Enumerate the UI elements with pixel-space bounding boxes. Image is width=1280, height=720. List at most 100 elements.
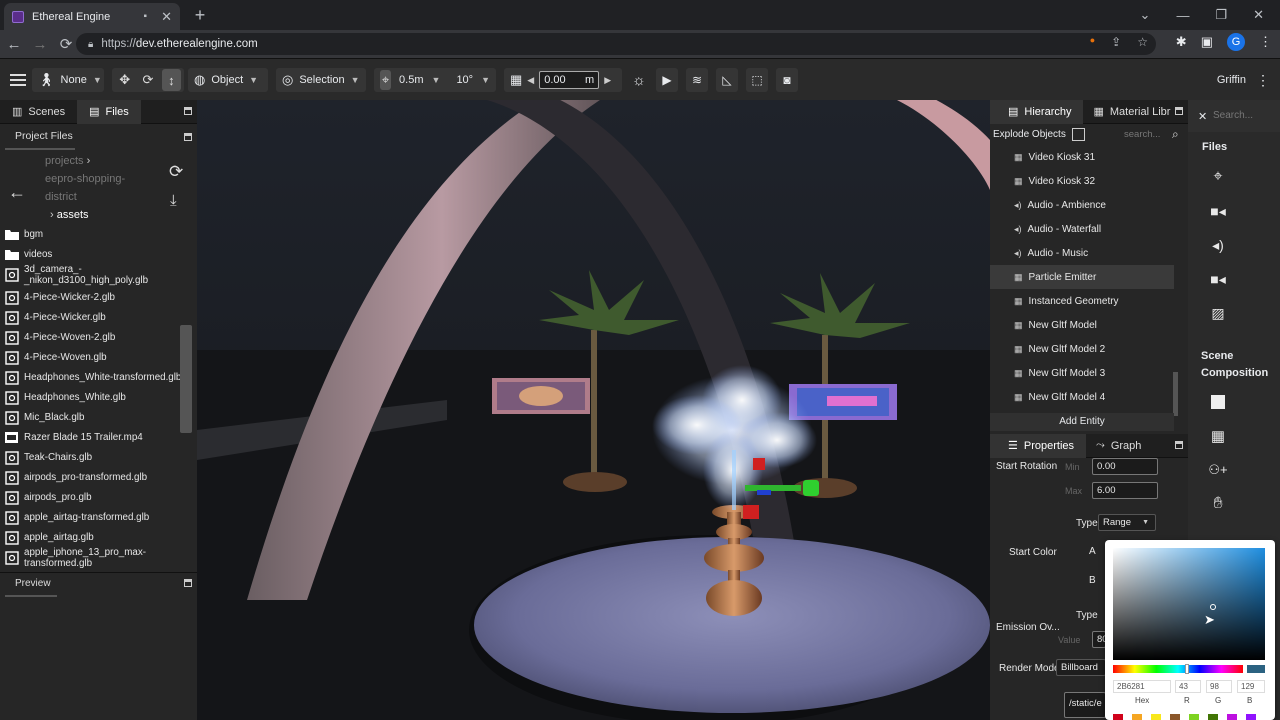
reload-icon[interactable]: ⟳ bbox=[54, 32, 78, 56]
hex-input[interactable]: 2B6281 bbox=[1113, 680, 1171, 693]
tab-properties[interactable]: ☰ Properties bbox=[990, 433, 1087, 458]
locomotion-select[interactable]: 🚶︎ None ▼ bbox=[32, 68, 104, 92]
file-item[interactable]: Teak-Chairs.glb bbox=[4, 450, 182, 465]
preview-tab[interactable]: Preview bbox=[5, 577, 57, 597]
play-icon[interactable]: ▶ bbox=[656, 68, 678, 92]
share-icon[interactable]: ⇪ bbox=[1111, 35, 1121, 49]
file-item[interactable]: airpods_pro-transformed.glb bbox=[4, 470, 182, 485]
file-item[interactable]: videos bbox=[4, 247, 182, 262]
breadcrumb-current[interactable]: › assets bbox=[50, 209, 89, 221]
maximize-hierarchy-icon[interactable] bbox=[1175, 107, 1183, 115]
hierarchy-scrollbar[interactable] bbox=[1173, 372, 1178, 416]
camera-screenshot-icon[interactable]: ◙ bbox=[776, 68, 798, 92]
bookmark-star-icon[interactable]: ☆ bbox=[1137, 35, 1148, 49]
audio-icon[interactable]: ◂) bbox=[1206, 233, 1230, 257]
bounding-box-icon[interactable]: ⬚ bbox=[746, 68, 768, 92]
hue-slider[interactable] bbox=[1113, 664, 1243, 674]
hierarchy-item[interactable]: ◂) Audio - Music bbox=[990, 241, 1174, 265]
tab-search-icon[interactable]: ⌄ bbox=[1140, 7, 1151, 23]
explode-checkbox[interactable] bbox=[1071, 128, 1085, 141]
file-item[interactable]: 4-Piece-Woven-2.glb bbox=[4, 330, 182, 345]
file-item[interactable]: 4-Piece-Woven.glb bbox=[4, 350, 182, 365]
hierarchy-item[interactable]: ▦ Video Kiosk 32 bbox=[990, 169, 1174, 193]
cube-icon[interactable] bbox=[1206, 390, 1230, 414]
file-item[interactable]: Mic_Black.glb bbox=[4, 410, 182, 425]
address-bar[interactable]: 🔒︎ https://dev.etherealengine.com ● ⇪ ☆ bbox=[76, 33, 1156, 55]
hierarchy-item[interactable]: ▦ Particle Emitter bbox=[990, 265, 1174, 289]
side-search-input[interactable]: Search... bbox=[1213, 110, 1253, 121]
file-item[interactable]: 4-Piece-Wicker-2.glb bbox=[4, 290, 182, 305]
saturation-cursor[interactable] bbox=[1210, 604, 1216, 610]
file-list-scrollbar[interactable] bbox=[180, 325, 192, 433]
breadcrumb-projects[interactable]: projects › bbox=[45, 155, 90, 167]
hierarchy-item[interactable]: ▦ Video Kiosk 31 bbox=[990, 145, 1174, 169]
hierarchy-search-input[interactable]: search... bbox=[1124, 129, 1160, 140]
minimize-icon[interactable]: — bbox=[1176, 8, 1189, 23]
preset-swatch[interactable] bbox=[1246, 714, 1256, 720]
stats-icon[interactable]: ≋ bbox=[686, 68, 708, 92]
file-item[interactable]: Headphones_White-transformed.glb bbox=[4, 370, 182, 385]
maximize-subpanel-icon[interactable] bbox=[184, 133, 192, 141]
hand-icon[interactable]: ✋︎ bbox=[1206, 492, 1230, 516]
maximize-properties-icon[interactable] bbox=[1175, 441, 1183, 449]
grid-decrease-icon[interactable]: ◀ bbox=[527, 75, 534, 86]
grid-increase-icon[interactable]: ▶ bbox=[604, 75, 611, 86]
project-files-tab[interactable]: Project Files bbox=[5, 124, 75, 150]
type-select[interactable]: Range ▼ bbox=[1098, 514, 1156, 531]
tab-files[interactable]: ▤ Files bbox=[77, 99, 141, 124]
rotate-icon[interactable]: ⟳ bbox=[138, 69, 157, 91]
back-arrow-icon[interactable]: ← bbox=[8, 182, 26, 203]
scene-viewport[interactable] bbox=[197, 100, 990, 720]
grid-height-input[interactable]: 0.00 m bbox=[539, 71, 600, 89]
render-settings-icon[interactable]: ☼ bbox=[626, 68, 652, 92]
file-item[interactable]: 3d_camera_- _nikon_d3100_high_poly.glb bbox=[4, 264, 182, 286]
explode-objects[interactable]: Explode Objects bbox=[993, 128, 1085, 141]
preset-swatch[interactable] bbox=[1132, 714, 1142, 720]
hierarchy-item[interactable]: ▦ Instanced Geometry bbox=[990, 289, 1174, 313]
preset-swatch[interactable] bbox=[1151, 714, 1161, 720]
browser-menu-icon[interactable]: ⋮ bbox=[1259, 34, 1272, 50]
forward-icon[interactable]: → bbox=[28, 32, 52, 56]
close-tab-icon[interactable]: ✕ bbox=[161, 9, 172, 25]
snap-toggle-icon[interactable]: ⌖ bbox=[380, 70, 392, 90]
min-input[interactable]: 0.00 bbox=[1092, 458, 1158, 475]
g-input[interactable]: 98 bbox=[1206, 680, 1232, 693]
b-input[interactable]: 129 bbox=[1237, 680, 1265, 693]
hierarchy-item[interactable]: ◂) Audio - Waterfall bbox=[990, 217, 1174, 241]
profile-avatar[interactable]: G bbox=[1227, 33, 1245, 51]
breadcrumb-project-cont[interactable]: district bbox=[45, 191, 77, 203]
video-2-icon[interactable]: ■◂ bbox=[1206, 267, 1230, 291]
restore-icon[interactable]: ❐ bbox=[1215, 7, 1227, 23]
file-item[interactable]: apple_airtag.glb bbox=[4, 530, 182, 545]
translate-icon[interactable]: ✥ bbox=[115, 69, 134, 91]
prefab-grid-icon[interactable]: ▦ bbox=[1206, 424, 1230, 448]
main-menu-icon[interactable] bbox=[4, 68, 34, 92]
user-menu[interactable]: Griffin ⋮ bbox=[1211, 68, 1276, 92]
hierarchy-item[interactable]: ▦ New Gltf Model 2 bbox=[990, 337, 1174, 361]
close-search-icon[interactable]: ✕ bbox=[1198, 110, 1207, 123]
file-item[interactable]: Headphones_White.glb bbox=[4, 390, 182, 405]
maximize-panel-icon[interactable] bbox=[184, 107, 192, 115]
file-item[interactable]: apple_iphone_13_pro_max- transformed.glb bbox=[4, 547, 182, 569]
add-entity-button[interactable]: Add Entity bbox=[990, 413, 1174, 431]
grid-icon[interactable]: ▦ bbox=[510, 72, 522, 88]
render-mode-select[interactable]: Billboard bbox=[1056, 659, 1106, 676]
measure-icon[interactable]: ◺ bbox=[716, 68, 738, 92]
image-icon[interactable]: ▨ bbox=[1206, 301, 1230, 325]
search-icon[interactable]: ⌕ bbox=[1172, 127, 1179, 142]
tab-audio-icon[interactable]: ▪ bbox=[144, 11, 148, 22]
file-item[interactable]: bgm bbox=[4, 227, 182, 242]
r-input[interactable]: 43 bbox=[1175, 680, 1201, 693]
texture-path-input[interactable]: /static/e bbox=[1064, 692, 1106, 718]
hierarchy-item[interactable]: ▦ New Gltf Model 4 bbox=[990, 385, 1174, 409]
model-icon[interactable]: ⌖ bbox=[1206, 165, 1230, 189]
preset-swatch[interactable] bbox=[1227, 714, 1237, 720]
preset-swatch[interactable] bbox=[1170, 714, 1180, 720]
close-window-icon[interactable]: ✕ bbox=[1253, 7, 1264, 23]
back-icon[interactable]: ← bbox=[2, 32, 26, 56]
value-input[interactable]: 80 bbox=[1092, 631, 1106, 648]
file-item[interactable]: apple_airtag-transformed.glb bbox=[4, 510, 182, 525]
maximize-preview-icon[interactable] bbox=[184, 579, 192, 587]
tab-hierarchy[interactable]: ▤ Hierarchy bbox=[990, 99, 1084, 124]
breadcrumb-project[interactable]: eepro-shopping- bbox=[45, 173, 125, 185]
